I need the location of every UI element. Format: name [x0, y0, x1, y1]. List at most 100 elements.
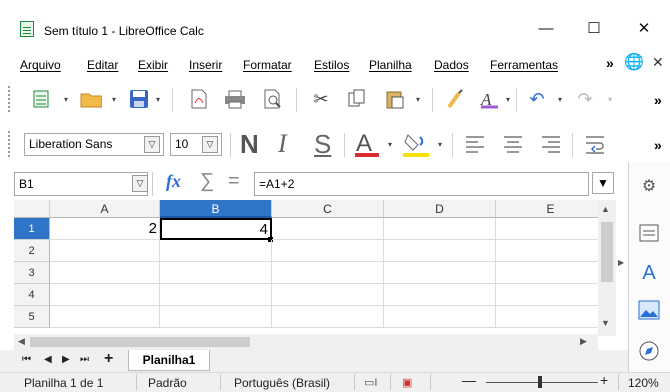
sheet-tab-planilha1[interactable]: Planilha1 [128, 350, 210, 371]
page-style-text[interactable]: Padrão [148, 376, 187, 390]
name-box[interactable]: B1 [14, 172, 148, 196]
cell-d4[interactable] [384, 284, 496, 306]
cell-c5[interactable] [272, 306, 384, 328]
cell-e4[interactable] [496, 284, 606, 306]
document-modified-icon[interactable]: ▣ [402, 376, 412, 389]
selection-mode-icon[interactable]: ▭I [364, 376, 377, 389]
italic-icon[interactable]: I [278, 129, 287, 159]
row-header-5[interactable]: 5 [14, 306, 50, 328]
select-all-corner[interactable] [14, 200, 50, 218]
menu-arquivo[interactable]: Arquivo [20, 58, 61, 72]
next-sheet-icon[interactable]: ▶ [62, 354, 70, 365]
cell-e2[interactable] [496, 240, 606, 262]
undo-icon[interactable]: ↶ [526, 88, 548, 110]
align-left-icon[interactable] [464, 133, 486, 158]
print-icon[interactable] [224, 88, 246, 110]
redo-dropdown-icon[interactable]: ▾ [608, 95, 616, 104]
gear-icon[interactable]: ⚙ [638, 176, 660, 198]
cell-b3[interactable] [160, 262, 272, 284]
font-size-dropdown-icon[interactable]: ▽ [202, 136, 218, 153]
zoom-out-icon[interactable]: — [462, 372, 476, 388]
save-icon[interactable] [128, 88, 150, 110]
highlight-dropdown-icon[interactable]: ▾ [438, 140, 446, 149]
last-sheet-icon[interactable]: ⏭ [80, 354, 89, 365]
cell-b1[interactable]: 4 [160, 218, 272, 240]
column-header-b[interactable]: B [160, 200, 272, 218]
maximize-button[interactable]: ☐ [574, 18, 614, 40]
scroll-down-icon[interactable]: ▼ [601, 318, 610, 328]
row-header-3[interactable]: 3 [14, 262, 50, 284]
row-header-1[interactable]: 1 [14, 218, 50, 240]
styles-icon[interactable]: A [638, 262, 660, 284]
name-box-dropdown-icon[interactable]: ▽ [132, 175, 148, 192]
zoom-level-text[interactable]: 120% [628, 376, 659, 390]
align-right-icon[interactable] [540, 133, 562, 158]
cell-c4[interactable] [272, 284, 384, 306]
scroll-up-icon[interactable]: ▲ [601, 204, 610, 214]
toolbar-overflow-button[interactable]: » [654, 92, 662, 108]
cell-b5[interactable] [160, 306, 272, 328]
toolbar-grip[interactable] [8, 131, 12, 157]
equal-icon[interactable]: = [228, 170, 240, 193]
wrap-text-icon[interactable] [584, 133, 608, 158]
clear-formatting-dropdown-icon[interactable]: ▾ [506, 95, 514, 104]
cell-c2[interactable] [272, 240, 384, 262]
zoom-slider[interactable] [486, 382, 598, 383]
open-folder-icon[interactable] [80, 88, 102, 110]
formula-input[interactable]: =A1+2 [254, 172, 589, 196]
properties-icon[interactable] [638, 222, 660, 244]
font-name-dropdown-icon[interactable]: ▽ [144, 136, 160, 153]
format-toolbar-overflow-button[interactable]: » [654, 137, 662, 153]
gallery-icon[interactable] [638, 300, 660, 322]
menu-exibir[interactable]: Exibir [138, 58, 168, 72]
cell-e1[interactable] [496, 218, 606, 240]
paste-dropdown-icon[interactable]: ▾ [416, 95, 424, 104]
cell-a5[interactable] [50, 306, 160, 328]
cell-d1[interactable] [384, 218, 496, 240]
menu-inserir[interactable]: Inserir [189, 58, 222, 72]
cell-d3[interactable] [384, 262, 496, 284]
menu-overflow-button[interactable]: » [606, 55, 614, 71]
cell-d2[interactable] [384, 240, 496, 262]
undo-dropdown-icon[interactable]: ▾ [558, 95, 566, 104]
column-header-d[interactable]: D [384, 200, 496, 218]
print-preview-icon[interactable] [262, 88, 284, 110]
zoom-in-icon[interactable]: + [600, 372, 608, 388]
expand-formula-icon[interactable]: ▼ [592, 172, 614, 194]
align-center-icon[interactable] [502, 133, 524, 158]
new-document-icon[interactable] [30, 88, 52, 110]
cell-c1[interactable] [272, 218, 384, 240]
cut-icon[interactable]: ✂ [310, 88, 332, 110]
navigator-icon[interactable] [638, 340, 660, 362]
menu-formatar[interactable]: Formatar [243, 58, 292, 72]
save-dropdown-icon[interactable]: ▾ [156, 95, 164, 104]
menu-dados[interactable]: Dados [434, 58, 469, 72]
zoom-slider-thumb[interactable] [538, 376, 542, 388]
scroll-left-icon[interactable]: ◀ [18, 336, 25, 347]
menu-estilos[interactable]: Estilos [314, 58, 349, 72]
row-header-4[interactable]: 4 [14, 284, 50, 306]
scroll-right-icon[interactable]: ▶ [580, 336, 587, 347]
menu-planilha[interactable]: Planilha [369, 58, 412, 72]
toolbar-grip[interactable] [8, 86, 12, 112]
cell-e3[interactable] [496, 262, 606, 284]
paste-icon[interactable] [384, 88, 406, 110]
new-dropdown-icon[interactable]: ▾ [64, 95, 72, 104]
highlight-color-icon[interactable] [402, 131, 430, 159]
copy-icon[interactable] [346, 88, 368, 110]
cell-c3[interactable] [272, 262, 384, 284]
redo-icon[interactable]: ↷ [574, 88, 596, 110]
first-sheet-icon[interactable]: ⏮ [22, 354, 31, 365]
spreadsheet-grid[interactable]: A B C D E 1 2 3 4 5 2 4 [14, 200, 606, 336]
sum-icon[interactable]: ∑ [200, 170, 214, 193]
column-header-e[interactable]: E [496, 200, 606, 218]
cell-a2[interactable] [50, 240, 160, 262]
column-header-c[interactable]: C [272, 200, 384, 218]
clear-formatting-icon[interactable]: A [478, 88, 500, 110]
sidebar-toggle-icon[interactable]: ▶ [618, 258, 624, 267]
clone-formatting-icon[interactable] [444, 88, 466, 110]
vertical-scroll-thumb[interactable] [601, 222, 613, 282]
previous-sheet-icon[interactable]: ◀ [44, 354, 52, 365]
menu-ferramentas[interactable]: Ferramentas [490, 58, 558, 72]
underline-icon[interactable]: S [314, 129, 331, 160]
